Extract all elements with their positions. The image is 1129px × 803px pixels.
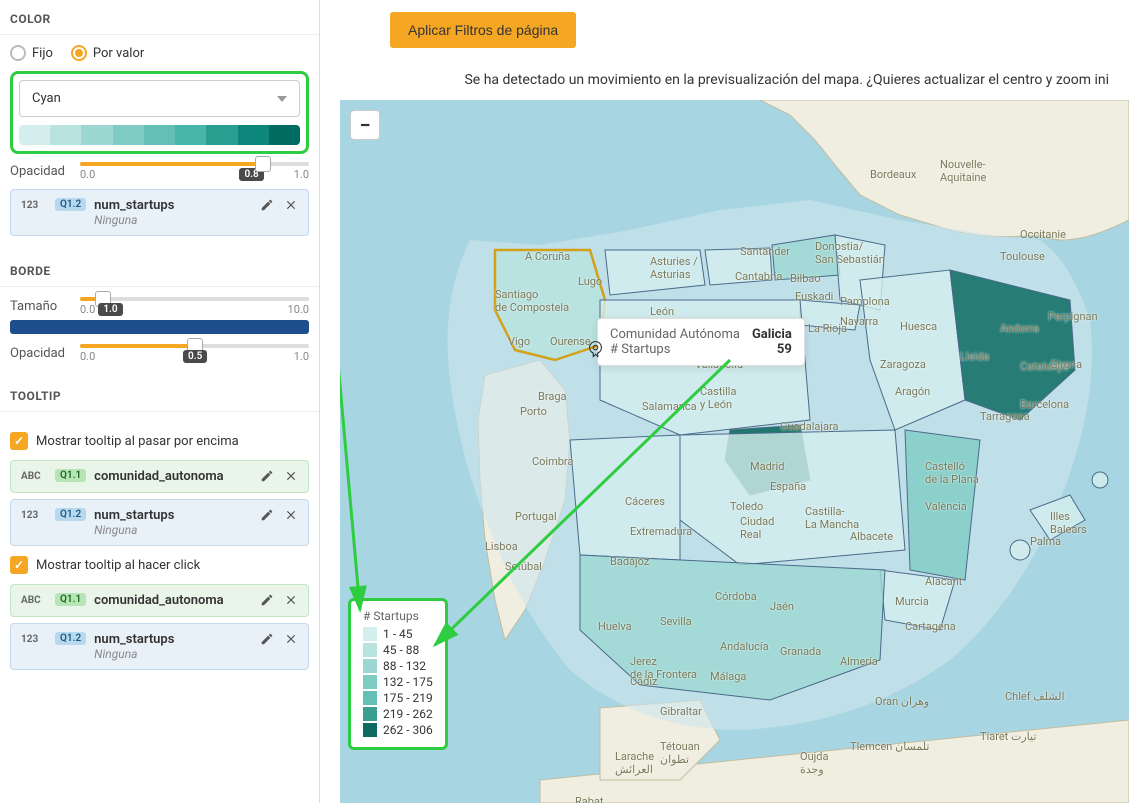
palette-select[interactable]: Cyan [19,80,300,117]
section-tooltip-header: TOOLTIP [0,377,319,412]
close-icon[interactable] [284,593,298,607]
edit-icon[interactable] [260,508,274,522]
edit-icon[interactable] [260,632,274,646]
opacity-slider[interactable]: 0.00.81.0 [80,162,309,181]
close-icon[interactable] [284,508,298,522]
map-svg [340,100,1129,803]
tooltip-field-2: 123 Q1.2 num_startupsNinguna [10,499,309,546]
radio-icon [10,45,26,61]
palette-preview [19,125,300,145]
legend-row: 219 - 262 [363,707,433,721]
cursor-icon [588,340,606,358]
edit-icon[interactable] [260,198,274,212]
color-field-card: 123 Q1.2 num_startups Ninguna [10,189,309,236]
sidebar: COLOR Fijo Por valor Cyan Opacidad 0.00.… [0,0,320,803]
tooltip-click-field-1: ABC Q1.1 comunidad_autonoma [10,584,309,617]
map-legend: # Startups 1 - 4545 - 8888 - 132132 - 17… [348,598,448,750]
hover-checkbox[interactable]: ✓ [10,432,28,450]
section-border-header: BORDE [0,252,319,287]
edit-icon[interactable] [260,469,274,483]
tooltip-field-1: ABC Q1.1 comunidad_autonoma [10,460,309,493]
border-opacity-slider[interactable]: 0.00.51.0 [80,344,309,363]
close-icon[interactable] [284,632,298,646]
legend-row: 262 - 306 [363,723,433,737]
legend-row: 1 - 45 [363,627,433,641]
radio-icon [71,45,87,61]
apply-filters-button[interactable]: Aplicar Filtros de página [390,12,576,48]
zoom-out-button[interactable]: − [350,110,380,140]
map-tooltip: Comunidad AutónomaGalicia # Startups59 [597,318,805,366]
legend-row: 132 - 175 [363,675,433,689]
section-color-header: COLOR [0,0,319,35]
map-canvas[interactable]: − BordeauxToulousePerpignanAndorraNouvel… [340,100,1129,803]
radio-by-value[interactable]: Por valor [71,45,144,61]
legend-row: 88 - 132 [363,659,433,673]
close-icon[interactable] [284,198,298,212]
legend-row: 175 - 219 [363,691,433,705]
palette-highlight: Cyan [10,71,309,154]
border-size-slider[interactable]: 0.01.010.0 [80,297,309,316]
map-update-message: Se ha detectado un movimiento en la prev… [340,58,1129,102]
tooltip-click-field-2: 123 Q1.2 num_startupsNinguna [10,623,309,670]
click-checkbox[interactable]: ✓ [10,556,28,574]
chevron-down-icon [277,96,287,102]
close-icon[interactable] [284,469,298,483]
radio-fixed[interactable]: Fijo [10,45,53,61]
legend-row: 45 - 88 [363,643,433,657]
edit-icon[interactable] [260,593,274,607]
border-color-bar[interactable] [10,320,309,334]
